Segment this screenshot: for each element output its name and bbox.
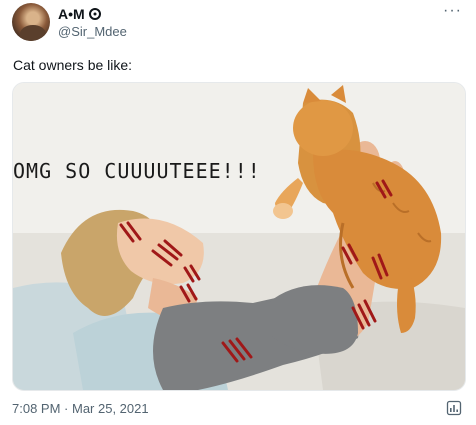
author-display-name[interactable]: A•M <box>58 6 85 22</box>
author-avatar[interactable] <box>12 3 50 41</box>
author-handle[interactable]: @Sir_Mdee <box>58 24 127 39</box>
meme-illustration <box>13 83 465 390</box>
verified-badge-icon <box>88 8 101 20</box>
tweet-time: 7:08 PM <box>12 401 61 416</box>
tweet-timestamp[interactable]: 7:08 PM · Mar 25, 2021 <box>12 401 149 416</box>
more-dots-icon[interactable]: ··· <box>443 3 462 19</box>
meme-caption: OMG SO CUUUUTEEE!!! <box>13 159 261 183</box>
tweet-card: A•M @Sir_Mdee ··· Cat owners be like: OM… <box>0 0 476 425</box>
view-analytics-icon[interactable] <box>446 400 462 416</box>
tweet-text: Cat owners be like: <box>13 57 133 73</box>
tweet-date: Mar 25, 2021 <box>71 401 149 416</box>
tweet-media[interactable]: OMG SO CUUUUTEEE!!! <box>12 82 466 391</box>
author-name-row: A•M <box>58 6 101 22</box>
timestamp-separator: · <box>60 401 72 416</box>
